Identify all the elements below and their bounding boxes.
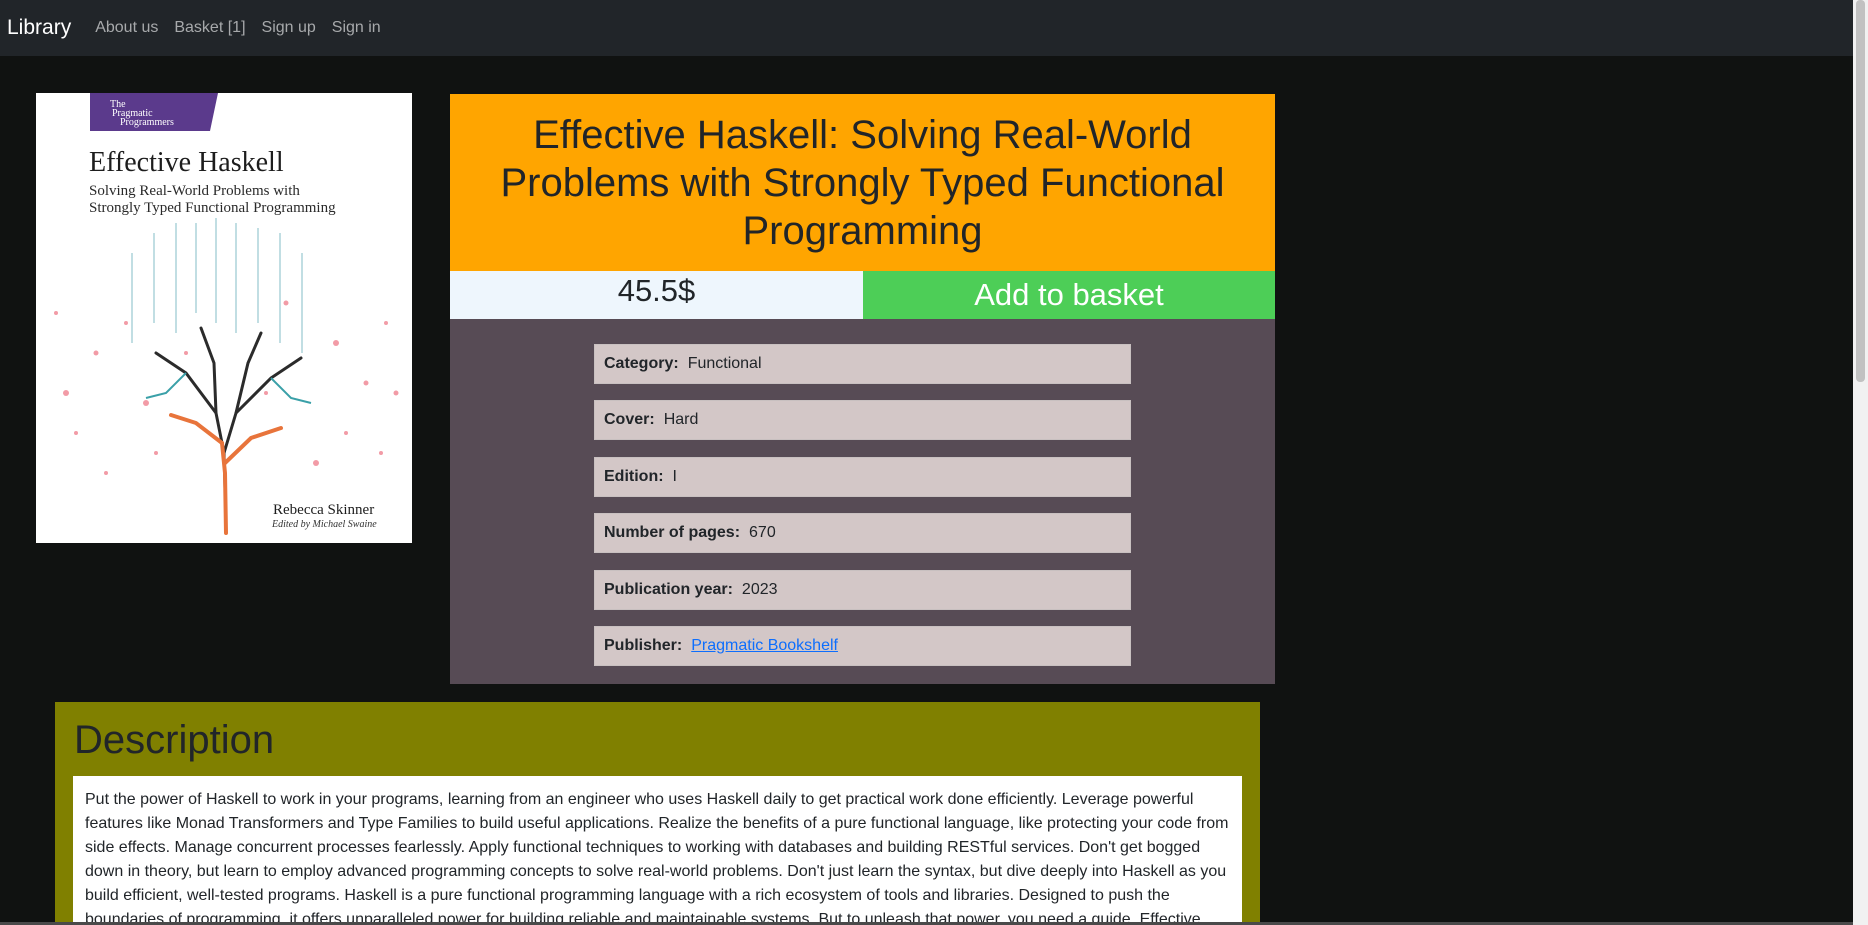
detail-label: Cover: [604,411,655,428]
publisher-link[interactable]: Pragmatic Bookshelf [691,637,838,655]
add-to-basket-button[interactable]: Add to basket [863,271,1275,319]
detail-value: 2023 [741,581,778,598]
cover-title: Effective Haskell [89,147,284,178]
nav-link-about[interactable]: About us [95,19,158,37]
detail-value: 670 [749,524,776,541]
brand-link[interactable]: Library [7,16,71,40]
detail-value: Hard [663,411,699,428]
book-title-box: Effective Haskell: Solving Real-World Pr… [450,94,1275,271]
detail-label: Number of pages: [604,524,741,541]
detail-label: Publication year: [604,581,733,598]
detail-edition: Edition: I [594,457,1131,497]
cover-editor: Edited by Michael Swaine [271,519,377,530]
book-details-panel: Category: Functional Cover: Hard Edition… [450,319,1275,684]
description-section: Description Put the power of Haskell to … [55,702,1260,925]
detail-cover: Cover: Hard [594,400,1131,440]
detail-label: Edition: [604,468,664,485]
detail-value: I [672,468,677,485]
book-title: Effective Haskell: Solving Real-World Pr… [500,112,1225,253]
cover-author: Rebecca Skinner [273,502,374,518]
detail-value: Functional [687,355,762,372]
description-text: Put the power of Haskell to work in your… [73,776,1242,925]
detail-publication-year: Publication year: 2023 [594,570,1131,610]
nav-link-basket[interactable]: Basket [1] [174,19,245,37]
page-scrollbar[interactable] [1853,0,1868,925]
description-heading: Description [74,718,275,762]
navbar: Library About us Basket [1] Sign up Sign… [0,0,1853,56]
detail-publisher: Publisher: Pragmatic Bookshelf [594,626,1131,666]
cover-badge-text: Programmers [120,117,174,128]
price-display: 45.5$ [450,271,863,319]
book-cover-image: The Pragmatic Programmers Effective Hask… [36,93,412,543]
nav-link-signup[interactable]: Sign up [262,19,316,37]
detail-label: Category: [604,355,679,372]
scrollbar-thumb[interactable] [1856,0,1865,382]
detail-label: Publisher: [604,637,683,654]
detail-category: Category: Functional [594,344,1131,384]
cover-subtitle: Solving Real-World Problems with [89,183,300,199]
nav-link-signin[interactable]: Sign in [332,19,381,37]
detail-pages: Number of pages: 670 [594,513,1131,553]
cover-subtitle: Strongly Typed Functional Programming [89,200,336,216]
